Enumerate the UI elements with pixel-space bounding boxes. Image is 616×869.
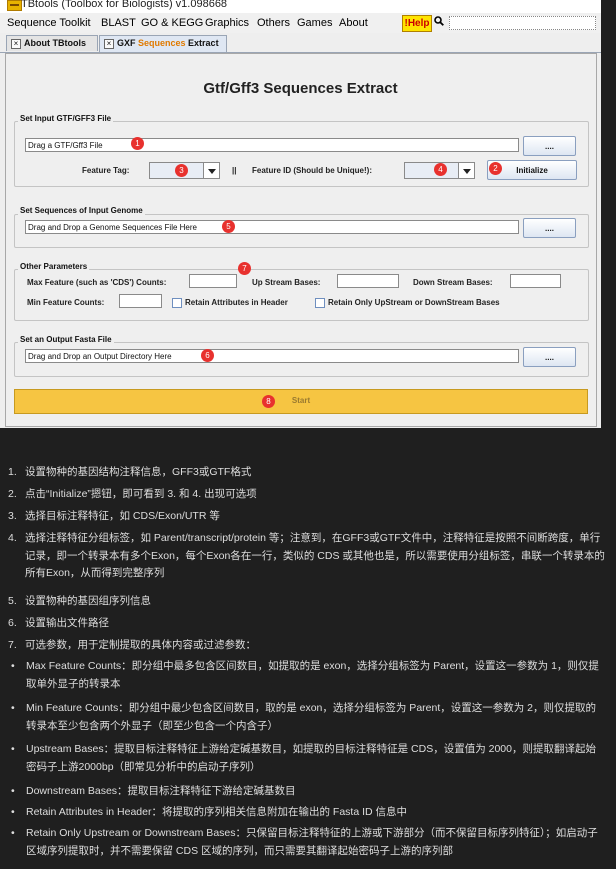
- output-file-field[interactable]: Drag and Drop an Output Directory Here: [25, 349, 519, 363]
- upstream-label: Up Stream Bases:: [252, 278, 321, 287]
- feature-id-label: Feature ID (Should be Unique!):: [252, 166, 372, 175]
- page-title: Gtf/Gff3 Sequences Extract: [203, 80, 398, 97]
- tab-about-tbtools[interactable]: × About TBtools: [6, 35, 98, 51]
- help-button[interactable]: !Help: [402, 15, 432, 32]
- tab-gxf-sequences-extract[interactable]: × GXF Sequences Extract: [99, 35, 227, 52]
- badge-4: 4: [434, 163, 447, 176]
- max-feature-label: Max Feature (such as 'CDS') Counts:: [27, 278, 167, 287]
- tab-bar: × About TBtools × GXF Sequences Extract: [0, 33, 601, 53]
- menu-games[interactable]: Games: [297, 17, 332, 29]
- gtf-file-field[interactable]: Drag a GTF/Gff3 File: [25, 138, 519, 152]
- menu-graphics[interactable]: Graphics: [205, 17, 249, 29]
- genome-section-title: Set Sequences of Input Genome: [18, 206, 145, 215]
- parameters-section-title: Other Parameters: [18, 262, 90, 271]
- chevron-down-icon[interactable]: [203, 163, 219, 178]
- window-title: TBtools (Toolbox for Biologists) v1.0986…: [21, 0, 228, 10]
- start-button[interactable]: Start: [14, 389, 588, 414]
- menu-sequence-toolkit[interactable]: Sequence Toolkit: [7, 17, 91, 29]
- start-label: Start: [291, 396, 311, 405]
- menu-go-kegg[interactable]: GO & KEGG: [141, 17, 203, 29]
- genome-browse-button[interactable]: ....: [523, 218, 576, 238]
- search-input[interactable]: [449, 16, 596, 30]
- retain-only-checkbox[interactable]: [315, 298, 325, 308]
- menu-bar: Sequence Toolkit BLAST GO & KEGG Graphic…: [0, 13, 601, 33]
- tbtools-window: TBtools (Toolbox for Biologists) v1.0986…: [0, 0, 601, 428]
- gtf-browse-button[interactable]: ....: [523, 136, 576, 156]
- badge-7: 7: [238, 262, 251, 275]
- menu-about[interactable]: About: [339, 17, 368, 29]
- retain-only-label: Retain Only UpStream or DownStream Bases: [328, 298, 500, 307]
- chevron-down-icon[interactable]: [458, 163, 474, 178]
- downstream-input[interactable]: [510, 274, 561, 288]
- parameters-section: [14, 269, 589, 321]
- feature-tag-label: Feature Tag:: [82, 166, 130, 175]
- max-feature-input[interactable]: [189, 274, 237, 288]
- menu-blast[interactable]: BLAST: [101, 17, 136, 29]
- close-icon[interactable]: ×: [104, 39, 114, 49]
- badge-2: 2: [489, 162, 502, 175]
- output-browse-button[interactable]: ....: [523, 347, 576, 367]
- badge-5: 5: [222, 220, 235, 233]
- badge-1: 1: [131, 137, 144, 150]
- min-feature-input[interactable]: [119, 294, 162, 308]
- upstream-input[interactable]: [337, 274, 399, 288]
- menu-others[interactable]: Others: [257, 17, 290, 29]
- genome-file-field[interactable]: Drag and Drop a Genome Sequences File He…: [25, 220, 519, 234]
- badge-6: 6: [201, 349, 214, 362]
- retain-attributes-checkbox[interactable]: [172, 298, 182, 308]
- retain-attributes-label: Retain Attributes in Header: [185, 298, 288, 307]
- close-icon[interactable]: ×: [11, 39, 21, 49]
- badge-8: 8: [262, 395, 275, 408]
- downstream-label: Down Stream Bases:: [413, 278, 493, 287]
- search-icon[interactable]: [434, 16, 444, 29]
- tab-label: About TBtools: [24, 38, 86, 48]
- tab-label: GXF Sequences Extract: [117, 38, 219, 48]
- badge-3: 3: [175, 164, 188, 177]
- app-logo-icon: [7, 0, 22, 11]
- gtf-section-title: Set Input GTF/GFF3 File: [18, 114, 114, 123]
- output-section-title: Set an Output Fasta File: [18, 335, 114, 344]
- min-feature-label: Min Feature Counts:: [27, 298, 105, 307]
- title-bar: TBtools (Toolbox for Biologists) v1.0986…: [0, 0, 601, 13]
- separator-label: ||: [232, 166, 237, 175]
